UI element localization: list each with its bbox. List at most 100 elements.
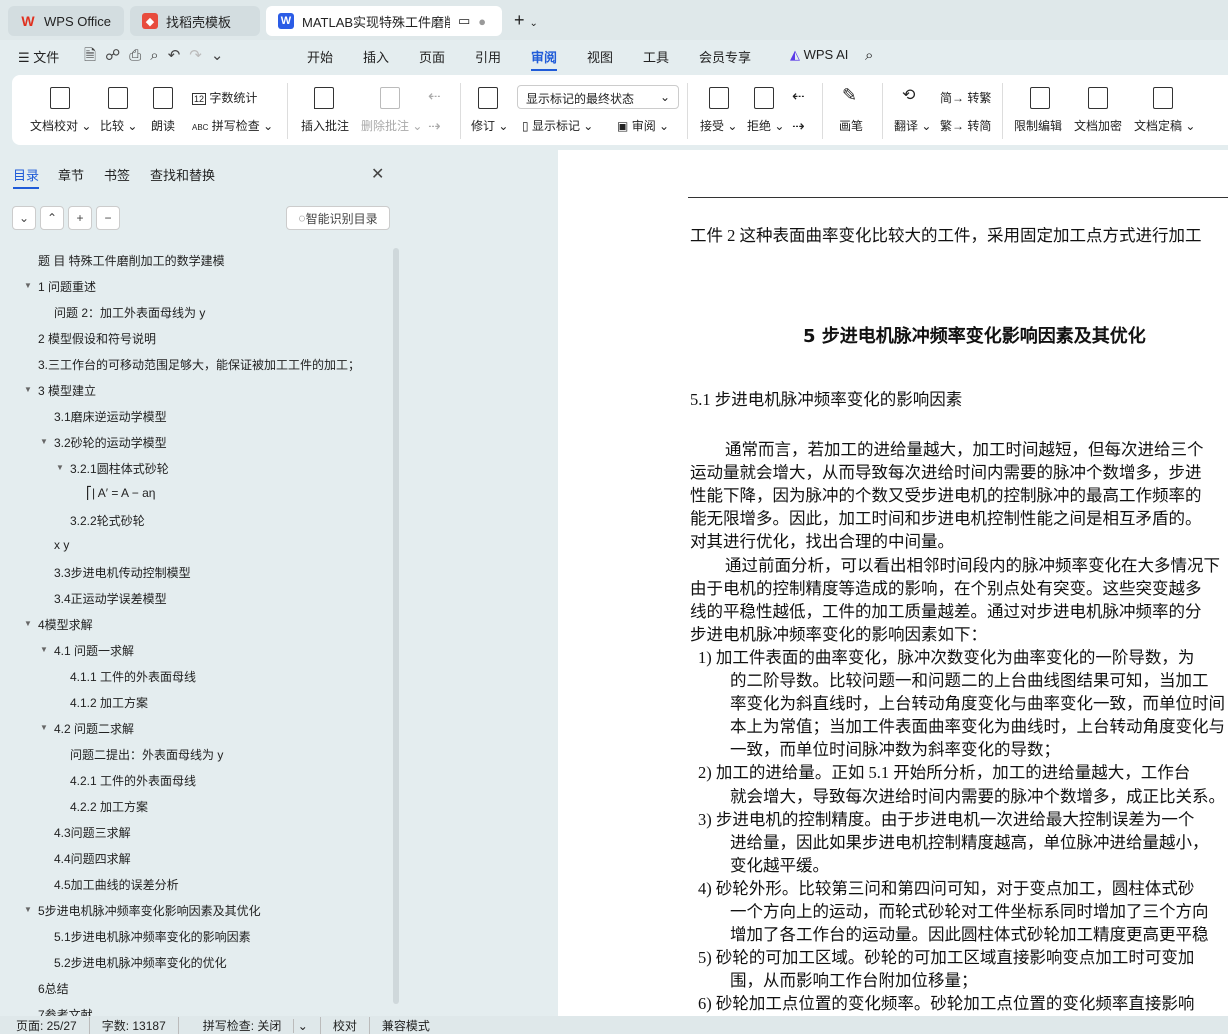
toc-item[interactable]: 3.2.1圆柱体式砂轮	[70, 460, 169, 477]
toc-item[interactable]: 题 目 特殊工件磨削加工的数学建模	[38, 252, 225, 269]
sidebar-tab-chapters[interactable]: 章节	[58, 165, 84, 184]
previous-comment-icon[interactable]: ⇠	[428, 87, 441, 105]
undo-icon[interactable]: ↶	[168, 47, 190, 64]
toc-item[interactable]: 问题二提出：外表面母线为 y	[70, 746, 223, 763]
expand-arrow-icon[interactable]: ▼	[24, 905, 32, 914]
expand-down-button[interactable]: ⌄	[12, 206, 36, 230]
menu-tab-member[interactable]: 会员专享	[699, 47, 751, 66]
toc-item[interactable]: ⎡| A′ = A − aη	[86, 486, 155, 500]
menu-tab-page[interactable]: 页面	[419, 47, 445, 66]
compare-button[interactable]: 比较 ⌄	[100, 117, 137, 134]
accept-button[interactable]: 接受 ⌄	[700, 117, 737, 134]
translate-button[interactable]: 翻译 ⌄	[894, 117, 931, 134]
display-state-select[interactable]: 显示标记的最终状态 ⌄	[517, 85, 679, 109]
toc-item[interactable]: 4.1.2 加工方案	[70, 694, 148, 711]
track-changes-button[interactable]: 修订 ⌄	[471, 117, 508, 134]
print-preview-icon[interactable]: ⌕	[150, 47, 167, 64]
review-pane-button[interactable]: ▣ 审阅 ⌄	[617, 117, 669, 134]
expand-arrow-icon[interactable]: ▼	[24, 281, 32, 290]
toc-item[interactable]: 4.4问题四求解	[54, 850, 131, 867]
toc-item[interactable]: 3 模型建立	[38, 382, 96, 399]
remove-level-button[interactable]: −	[96, 206, 120, 230]
next-comment-icon[interactable]: ⇢	[428, 117, 441, 135]
expand-arrow-icon[interactable]: ▼	[24, 385, 32, 394]
read-aloud-button[interactable]: 朗读	[151, 117, 175, 134]
finalize-button[interactable]: 文档定稿 ⌄	[1134, 117, 1195, 134]
toc-item[interactable]: 3.三工作台的可移动范围足够大，能保证被加工工件的加工；	[38, 356, 360, 373]
word-count[interactable]: 字数: 13187	[90, 1016, 179, 1034]
toc-item[interactable]: 3.4正运动学误差模型	[54, 590, 167, 607]
proofread-button[interactable]: 文档校对 ⌄	[30, 117, 91, 134]
traditional-icon: 简→	[940, 91, 965, 105]
quick-access-toolbar[interactable]: 🗎☍⎙⌕↶↷⌄	[84, 45, 232, 70]
toc-item[interactable]: 4.2.1 工件的外表面母线	[70, 772, 196, 789]
tab-wps-office[interactable]: W WPS Office	[8, 6, 124, 36]
menu-tab-insert[interactable]: 插入	[363, 47, 389, 66]
sidebar-tab-find-replace[interactable]: 查找和替换	[150, 165, 215, 184]
expand-arrow-icon[interactable]: ▼	[40, 645, 48, 654]
toc-item[interactable]: 问题 2：加工外表面母线为 y	[54, 304, 205, 321]
toc-item[interactable]: 3.1磨床逆运动学模型	[54, 408, 167, 425]
sidebar-tab-toc[interactable]: 目录	[13, 165, 40, 189]
file-menu[interactable]: ☰ 文件	[18, 47, 59, 66]
new-tab-button[interactable]: + ⌄	[514, 10, 538, 31]
toc-item[interactable]: 4.5加工曲线的误差分析	[54, 876, 179, 893]
document-page[interactable]: 工件 2 这种表面曲率变化比较大的工件，采用固定加工点方式进行加工 5 步进电机…	[558, 150, 1228, 1016]
toc-item[interactable]: 5.1步进电机脉冲频率变化的影响因素	[54, 928, 251, 945]
menu-tab-reference[interactable]: 引用	[475, 47, 501, 66]
close-sidebar-icon[interactable]: ✕	[371, 164, 384, 184]
tab-document[interactable]: WMATLAB实现特殊工件磨削加工▭●	[266, 6, 502, 36]
toc-item[interactable]: 4.1 问题一求解	[54, 642, 134, 659]
toc-item[interactable]: x y	[54, 538, 69, 552]
tab-docer[interactable]: ◆ 找稻壳模板	[130, 6, 260, 36]
save-icon[interactable]: 🗎	[84, 47, 105, 64]
expand-arrow-icon[interactable]: ▼	[56, 463, 64, 472]
expand-arrow-icon[interactable]: ▼	[40, 723, 48, 732]
pen-button[interactable]: 画笔	[839, 117, 863, 134]
menu-tab-tools[interactable]: 工具	[643, 47, 669, 66]
menu-tab-start[interactable]: 开始	[307, 47, 333, 66]
next-change-icon[interactable]: ⇢	[792, 117, 805, 135]
menu-tab-review[interactable]: 审阅	[531, 47, 558, 71]
spell-check-status[interactable]: 拼写检查: 关闭 ⌄	[179, 1016, 321, 1034]
toc-item[interactable]: 1 问题重述	[38, 278, 96, 295]
redo-icon[interactable]: ↷	[189, 47, 211, 64]
proof-status[interactable]: 校对	[321, 1016, 370, 1034]
search-icon[interactable]: ⌕	[865, 47, 873, 64]
print-icon[interactable]: ⎙	[129, 47, 150, 64]
to-simplified-button[interactable]: 繁→ 转简	[940, 117, 991, 134]
more-chevron-icon[interactable]: ⌄	[211, 47, 233, 64]
toc-item[interactable]: 4.1.1 工件的外表面母线	[70, 668, 196, 685]
wps-ai-button[interactable]: ◭ WPS AI	[790, 47, 848, 63]
smart-toc-button[interactable]: ◌ 智能识别目录	[286, 206, 390, 230]
share-icon[interactable]: ☍	[105, 47, 129, 64]
menu-tab-view[interactable]: 视图	[587, 47, 613, 66]
toc-item[interactable]: 3.3步进电机传动控制模型	[54, 564, 191, 581]
collapse-up-button[interactable]: ⌃	[40, 206, 64, 230]
toc-item[interactable]: 5.2步进电机脉冲频率变化的优化	[54, 954, 227, 971]
toc-item[interactable]: 6总结	[38, 980, 69, 997]
toc-item[interactable]: 3.2砂轮的运动学模型	[54, 434, 167, 451]
delete-comment-button[interactable]: 删除批注 ⌄	[361, 117, 422, 134]
toc-item[interactable]: 4.3问题三求解	[54, 824, 131, 841]
restrict-edit-button[interactable]: 限制编辑	[1014, 117, 1062, 134]
reject-button[interactable]: 拒绝 ⌄	[747, 117, 784, 134]
toc-item[interactable]: 3.2.2轮式砂轮	[70, 512, 145, 529]
previous-change-icon[interactable]: ⇠	[792, 87, 805, 105]
expand-arrow-icon[interactable]: ▼	[24, 619, 32, 628]
toc-item[interactable]: 4.2.2 加工方案	[70, 798, 148, 815]
toc-item[interactable]: 4.2 问题二求解	[54, 720, 134, 737]
to-traditional-button[interactable]: 简→ 转繁	[940, 89, 991, 106]
sidebar-scrollbar[interactable]	[393, 248, 399, 1004]
word-count-button[interactable]: 12 字数统计	[192, 89, 257, 106]
toc-item[interactable]: 2 模型假设和符号说明	[38, 330, 156, 347]
spell-check-button[interactable]: ABC 拼写检查 ⌄	[192, 117, 273, 134]
toc-item[interactable]: 4模型求解	[38, 616, 93, 633]
add-level-button[interactable]: +	[68, 206, 92, 230]
insert-comment-button[interactable]: 插入批注	[301, 117, 349, 134]
show-marks-button[interactable]: ▯ 显示标记 ⌄	[522, 117, 593, 134]
toc-item[interactable]: 5步进电机脉冲频率变化影响因素及其优化	[38, 902, 261, 919]
expand-arrow-icon[interactable]: ▼	[40, 437, 48, 446]
sidebar-tab-bookmarks[interactable]: 书签	[104, 165, 130, 184]
encrypt-button[interactable]: 文档加密	[1074, 117, 1122, 134]
